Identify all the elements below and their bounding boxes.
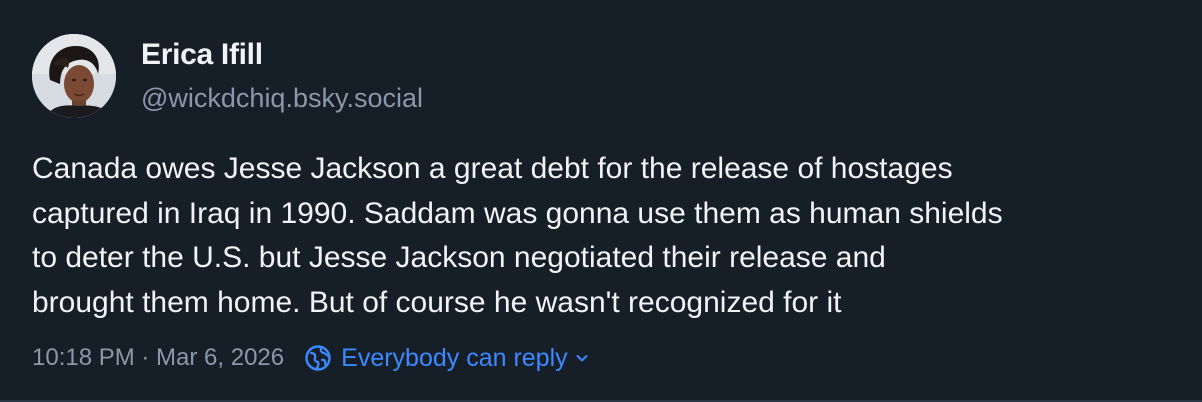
avatar[interactable] [32, 34, 116, 118]
reply-setting-button[interactable]: Everybody can reply [304, 344, 589, 373]
avatar-photo [32, 34, 116, 118]
post-text: Canada owes Jesse Jackson a great debt f… [32, 152, 1003, 319]
post-timestamp[interactable]: 10:18 PM · Mar 6, 2026 [32, 344, 284, 372]
reply-setting-label: Everybody can reply [341, 343, 568, 372]
author-display-name[interactable]: Erica Ifill [141, 38, 263, 72]
post-card: Erica Ifill @wickdchiq.bsky.social Canad… [0, 0, 1202, 402]
post-meta: 10:18 PM · Mar 6, 2026 Everybody can rep… [32, 341, 589, 375]
globe-icon [304, 344, 332, 372]
chevron-down-icon [575, 351, 589, 365]
author-handle[interactable]: @wickdchiq.bsky.social [141, 83, 423, 114]
